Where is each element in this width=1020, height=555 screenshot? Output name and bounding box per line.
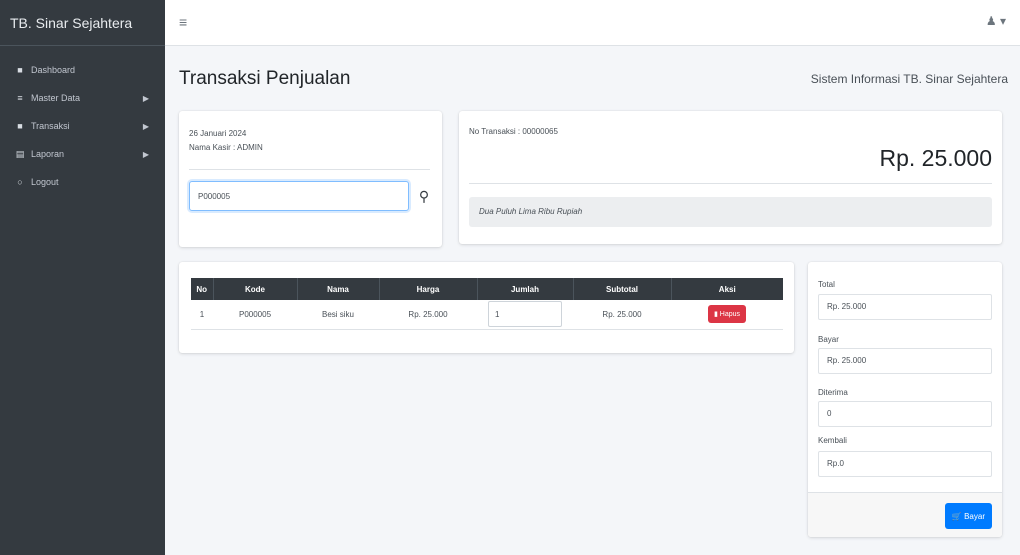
items-table: No Kode Nama Harga Jumlah Subtotal Aksi … [191,278,783,330]
column-header-jumlah: Jumlah [477,278,574,300]
sidebar-item-dashboard[interactable]: ■ Dashboard [0,56,165,84]
payment-card-footer: 🛒 Bayar [808,492,1002,537]
transaction-card: No Transaksi : 00000065 Rp. 25.000 Dua P… [459,111,1002,244]
cell-nama: Besi siku [297,300,379,330]
table-header-row: No Kode Nama Harga Jumlah Subtotal Aksi [191,278,783,300]
sidebar-item-label: Laporan [31,149,65,159]
column-header-nama: Nama [297,278,380,300]
page-title: Transaksi Penjualan [179,68,351,89]
sidebar-item-label: Logout [31,177,59,187]
transaction-date: 26 Januari 2024 [189,129,247,138]
sidebar-item-label: Transaksi [31,121,70,131]
sidebar-item-transaksi[interactable]: ■ Transaksi ▶ [0,112,165,140]
pay-button[interactable]: 🛒 Bayar [944,503,992,529]
pay-button-label: Bayar [964,511,985,521]
user-menu-icon[interactable]: ♟ ▾ [986,14,1006,28]
kembali-field: Rp.0 [818,451,992,477]
delete-button[interactable]: ▮ Hapus [707,305,747,324]
product-code-input[interactable] [189,181,409,211]
breadcrumb: Sistem Informasi TB. Sinar Sejahtera [810,72,1008,86]
quantity-input[interactable] [488,301,562,328]
brand-logo[interactable]: TB. Sinar Sejahtera [0,0,165,46]
sidebar: TB. Sinar Sejahtera ■ Dashboard ≡ Master… [0,0,165,555]
payment-card: Total Rp. 25.000 Bayar Rp. 25.000 Diteri… [808,262,1002,537]
chevron-right-icon: ▶ [142,149,149,159]
search-icon[interactable]: ⚲ [413,183,435,209]
diterima-input[interactable]: 0 [818,401,992,427]
dashboard-icon: ■ [17,65,23,75]
items-card: No Kode Nama Harga Jumlah Subtotal Aksi … [179,262,794,353]
info-card: 26 Januari 2024 Nama Kasir : ADMIN ⚲ [179,111,442,247]
column-header-aksi: Aksi [671,278,783,300]
trash-icon: ▮ [713,311,718,319]
report-icon: ▤ [15,148,25,159]
column-header-kode: Kode [213,278,298,300]
cell-subtotal: Rp. 25.000 [573,300,671,330]
database-icon: ≡ [17,93,23,103]
cart-icon: 🛒 [951,511,962,521]
topbar: ≡ ♟ ▾ [165,0,1020,46]
bayar-label: Bayar [818,335,839,344]
total-field: Rp. 25.000 [818,294,992,320]
sidebar-nav: ■ Dashboard ≡ Master Data ▶ ■ Transaksi … [0,46,165,196]
transaction-amount: Rp. 25.000 [879,145,992,171]
sidebar-item-laporan[interactable]: ▤ Laporan ▶ [0,140,165,168]
cell-jumlah [477,300,573,330]
amount-in-words: Dua Puluh Lima Ribu Rupiah [469,197,992,227]
chevron-right-icon: ▶ [142,121,149,131]
column-header-subtotal: Subtotal [573,278,672,300]
sidebar-item-label: Master Data [31,93,81,103]
delete-button-label: Hapus [719,311,741,319]
divider [189,169,430,170]
column-header-harga: Harga [379,278,478,300]
total-label: Total [818,280,835,289]
cart-icon: ■ [17,121,23,131]
logout-icon: ○ [17,177,23,187]
cell-kode: P000005 [213,300,297,330]
bayar-field: Rp. 25.000 [818,348,992,374]
kembali-label: Kembali [818,436,847,445]
cashier-name: Nama Kasir : ADMIN [189,143,263,152]
column-header-no: No [191,278,214,300]
hamburger-menu-icon[interactable]: ≡ [179,14,187,30]
chevron-right-icon: ▶ [142,93,149,103]
transaction-number: No Transaksi : 00000065 [469,127,558,136]
sidebar-item-logout[interactable]: ○ Logout [0,168,165,196]
cell-aksi: ▮ Hapus [671,300,783,330]
sidebar-item-label: Dashboard [31,65,76,75]
cell-no: 1 [191,300,213,330]
cell-harga: Rp. 25.000 [379,300,477,330]
diterima-label: Diterima [818,388,848,397]
sidebar-item-master-data[interactable]: ≡ Master Data ▶ [0,84,165,112]
divider [469,183,992,184]
table-row: 1 P000005 Besi siku Rp. 25.000 Rp. 25.00… [191,300,783,330]
